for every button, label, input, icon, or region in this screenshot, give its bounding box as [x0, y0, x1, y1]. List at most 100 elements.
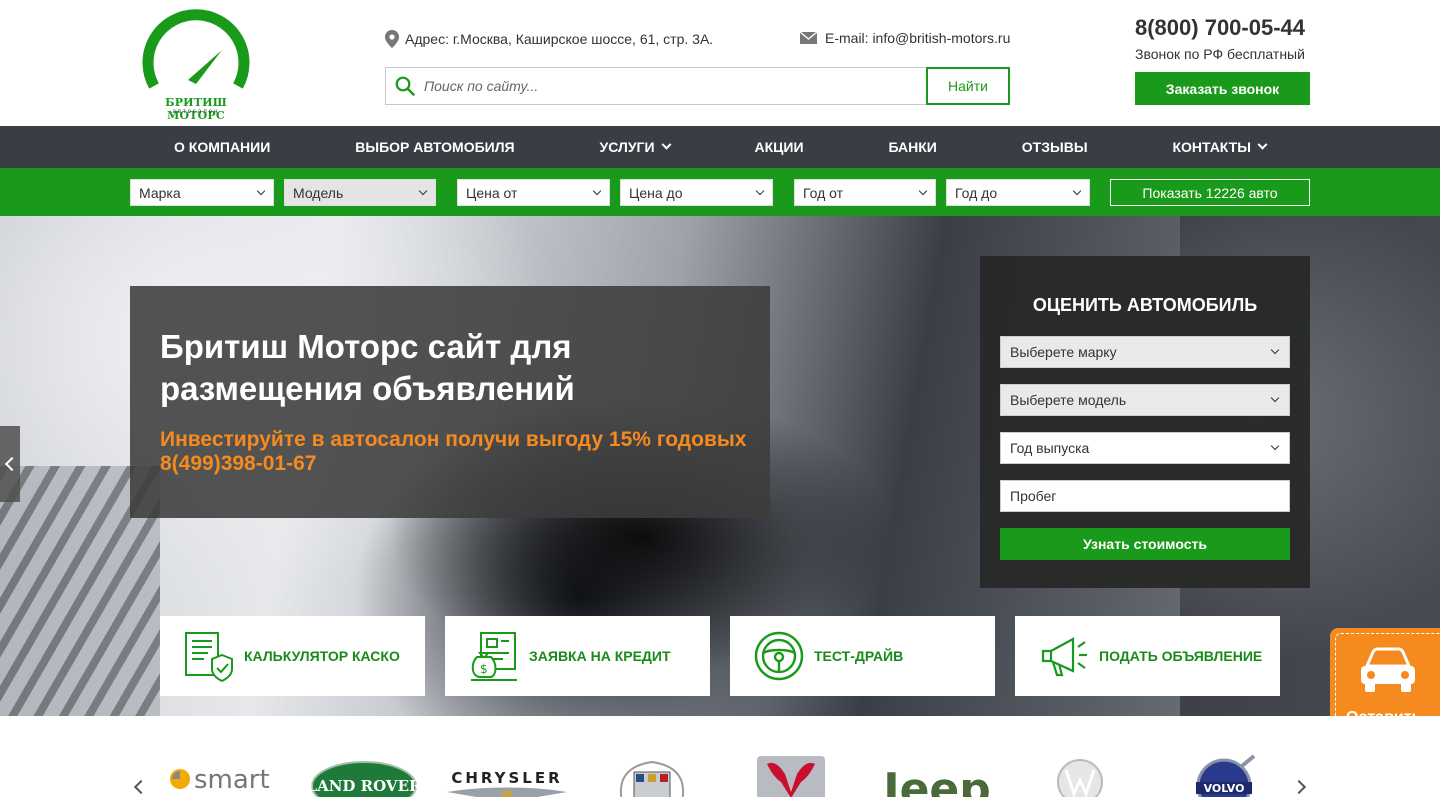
search-button[interactable]: Найти: [926, 67, 1010, 105]
hero-subtitle-line: Инвестируйте в автосалон получи выгоду 1…: [160, 428, 747, 451]
nav-item-contacts[interactable]: Контакты: [1172, 139, 1268, 155]
chevron-down-icon: [661, 139, 672, 150]
volvo-logo-icon: VOLVO: [1196, 754, 1256, 797]
email[interactable]: E-mail: info@british-motors.ru: [800, 30, 1010, 46]
brand-name: Jeep: [880, 764, 991, 797]
speedometer-logo-icon: [142, 9, 250, 89]
brand-volkswagen[interactable]: [1052, 752, 1108, 797]
chrysler-logo-icon: CHRYSLER: [447, 769, 567, 797]
brand-select[interactable]: Марка: [130, 179, 274, 206]
show-cars-button[interactable]: Показать 12226 авто: [1110, 179, 1310, 206]
evaluation-model-select[interactable]: Выберете модель: [1000, 384, 1290, 416]
svg-text:$: $: [480, 662, 488, 676]
nav-label: О компании: [174, 139, 271, 155]
phone-number[interactable]: 8(800) 700-05-44: [1135, 15, 1305, 41]
chevron-down-icon: [1072, 186, 1082, 196]
nav-item-services[interactable]: Услуги: [599, 139, 672, 155]
nav-label: Контакты: [1172, 139, 1251, 155]
nav-label: Выбор автомобиля: [355, 139, 515, 155]
evaluation-title: Оценить автомобиль: [1032, 295, 1258, 315]
brand-jeep[interactable]: Jeep: [872, 752, 1002, 797]
select-value: Марка: [139, 184, 181, 201]
model-select[interactable]: Модель: [284, 179, 436, 206]
chevron-down-icon: [418, 186, 428, 196]
brand-volvo[interactable]: VOLVO: [1182, 752, 1266, 797]
slider-prev-button[interactable]: [0, 426, 20, 502]
cadillac-logo-icon: [619, 760, 685, 797]
hero-subtitle: Инвестируйте в автосалон получи выгоду 1…: [160, 428, 760, 476]
brand-cadillac[interactable]: [612, 752, 692, 797]
nav-item-banks[interactable]: Банки: [888, 139, 936, 155]
nav-item-car-selection[interactable]: Выбор автомобиля: [355, 139, 514, 155]
nav-item-about[interactable]: О компании: [174, 139, 270, 155]
logo-subtitle: автосалон: [172, 109, 220, 115]
brands-carousel: smart LAND ROVER CHRYSLER Jeep VOLVO: [0, 716, 1440, 797]
brands-prev-button[interactable]: [133, 779, 149, 795]
location-pin-icon: [385, 30, 399, 48]
search-input[interactable]: [424, 68, 926, 104]
search-icon: [386, 68, 424, 104]
feature-credit-request[interactable]: $ Заявка на кредит: [445, 616, 710, 696]
hero-title: Бритиш Моторс сайт для размещения объявл…: [160, 328, 575, 407]
chevron-left-icon: [4, 456, 20, 472]
nav-item-reviews[interactable]: Отзывы: [1022, 139, 1088, 155]
credit-tab-text: Оставить заявку на кредит: [1346, 708, 1438, 716]
site-header: БРИТИШ МОТОРС автосалон Адрес: г.Москва,…: [0, 0, 1440, 126]
evaluate-button[interactable]: Узнать стоимость: [1000, 528, 1290, 560]
select-value: Цена от: [466, 184, 518, 201]
chevron-down-icon: [918, 186, 928, 196]
year-from-select[interactable]: Год от: [794, 179, 936, 206]
select-value: Выберете модель: [1010, 392, 1127, 408]
site-logo[interactable]: БРИТИШ МОТОРС автосалон: [140, 6, 252, 122]
nav-label: Услуги: [599, 139, 655, 155]
address-text: Адрес: г.Москва, Каширское шоссе, 61, ст…: [405, 31, 714, 47]
hero-phone[interactable]: 8(499)398-01-67: [160, 452, 760, 476]
brands-next-button[interactable]: [1291, 779, 1307, 795]
steering-wheel-icon: [744, 616, 814, 696]
search-bar: Найти: [385, 67, 1010, 105]
feature-kasko-calculator[interactable]: Калькулятор КАСКО: [160, 616, 425, 696]
select-value: Цена до: [629, 184, 683, 201]
chevron-down-icon: [256, 186, 266, 196]
chevron-down-icon: [1270, 393, 1280, 403]
feature-label: Подать объявление: [1099, 648, 1263, 664]
chevron-down-icon: [1270, 345, 1280, 355]
price-from-select[interactable]: Цена от: [457, 179, 610, 206]
chevron-down-icon: [592, 186, 602, 196]
car-filter-bar: Марка Модель Цена от Цена до Год от Год …: [0, 168, 1440, 216]
brand-name: CHRYSLER: [451, 769, 562, 787]
feature-label: Калькулятор КАСКО: [244, 648, 400, 664]
select-value: Год выпуска: [1010, 440, 1090, 456]
nav-label: Отзывы: [1021, 139, 1088, 155]
select-value: Выберете марку: [1010, 344, 1117, 360]
hero-banner: Бритиш Моторс сайт для размещения объявл…: [0, 216, 1440, 716]
brand-dodge-ram[interactable]: [755, 752, 827, 797]
ram-logo-icon: [757, 756, 825, 797]
brand-land-rover[interactable]: LAND ROVER: [310, 752, 418, 797]
jeep-logo-icon: Jeep: [880, 764, 991, 797]
nav-label: Акции: [754, 139, 804, 155]
nav-item-promotions[interactable]: Акции: [755, 139, 804, 155]
land-rover-logo-icon: LAND ROVER: [310, 761, 418, 797]
brand-name: VOLVO: [1204, 782, 1245, 795]
brand-chrysler[interactable]: CHRYSLER: [442, 752, 572, 797]
chevron-down-icon: [755, 186, 765, 196]
feature-label: Тест-драйв: [814, 648, 904, 664]
mileage-input[interactable]: [1000, 480, 1290, 512]
evaluation-make-select[interactable]: Выберете марку: [1000, 336, 1290, 368]
select-value: Год от: [803, 184, 844, 201]
feature-test-drive[interactable]: Тест-драйв: [730, 616, 995, 696]
brand-smart[interactable]: smart: [168, 752, 276, 797]
envelope-icon: [800, 32, 817, 44]
credit-request-side-tab[interactable]: Оставить заявку на кредит: [1330, 628, 1440, 716]
nav-menu: О компании Выбор автомобиля Услуги Акции…: [130, 126, 1310, 168]
chevron-down-icon: [1270, 441, 1280, 451]
feature-label: Заявка на кредит: [529, 648, 671, 664]
feature-post-ad[interactable]: Подать объявление: [1015, 616, 1280, 696]
email-text[interactable]: E-mail: info@british-motors.ru: [825, 30, 1010, 46]
evaluation-year-select[interactable]: Год выпуска: [1000, 432, 1290, 464]
callback-button[interactable]: Заказать звонок: [1135, 72, 1310, 105]
nav-label: Банки: [888, 139, 937, 155]
year-to-select[interactable]: Год до: [946, 179, 1090, 206]
price-to-select[interactable]: Цена до: [620, 179, 773, 206]
